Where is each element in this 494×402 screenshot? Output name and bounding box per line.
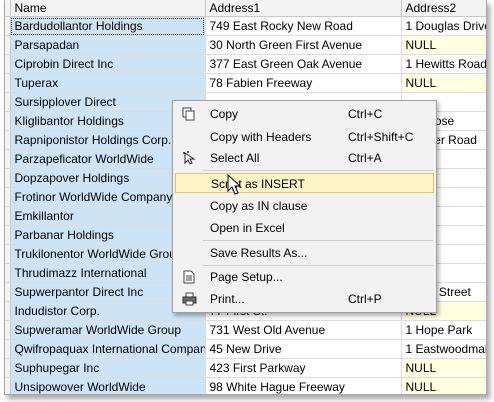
menu-item-open-in-excel[interactable]: Open in Excel [175,218,434,238]
column-header-address1[interactable]: Address1 [205,0,402,17]
cell-address2[interactable]: 1 Hewitts Road [401,54,486,74]
cell-address1[interactable]: 30 North Green First Avenue [205,35,402,55]
mouse-pointer-icon [227,173,242,199]
table-row[interactable]: Qwifropaquax International Company 45 New… [5,339,486,359]
cell-address1[interactable]: 749 East Rocky New Road [205,16,402,36]
cell-address1[interactable]: 98 White Hague Freeway [205,377,402,394]
column-header-address2[interactable]: Address2 [401,0,486,17]
menu-separator [203,170,433,171]
cell-address2[interactable]: 1 Eastwoodmain [401,339,486,359]
menu-item-label: Copy as IN clause [210,199,308,213]
menu-item-shortcut: Ctrl+A [348,151,382,165]
table-row[interactable]: Bardudollantor Holdings 749 East Rocky Ne… [5,16,486,36]
cell-address1[interactable]: 45 New Drive [205,339,402,359]
table-row[interactable]: Tuperax 78 Fabien Freeway NULL [5,73,486,93]
context-menu: Copy Ctrl+C Copy with Headers Ctrl+Shift… [172,100,437,313]
page-setup-icon [181,269,197,285]
cell-address2[interactable]: NULL [401,358,486,378]
cell-address1[interactable]: 78 Fabien Freeway [205,73,402,93]
cell-address2[interactable]: NULL [401,73,486,93]
cell-name[interactable]: Ciprobin Direct Inc [10,54,206,74]
menu-separator [203,240,433,241]
cell-name[interactable]: Bardudollantor Holdings [10,16,206,36]
printer-icon [181,291,197,307]
cell-name[interactable]: Tuperax [10,73,206,93]
menu-item-copy-with-headers[interactable]: Copy with Headers Ctrl+Shift+C [175,127,434,147]
menu-item-save-results-as[interactable]: Save Results As... [175,243,434,263]
menu-item-copy-as-in-clause[interactable]: Copy as IN clause [175,196,434,216]
menu-item-page-setup[interactable]: Page Setup... [175,267,434,287]
menu-item-label: Print... [210,292,245,306]
cell-name[interactable]: Unsipowover WorldWide [10,377,206,394]
menu-item-label: Select All [210,151,260,165]
menu-item-label: Copy [210,107,239,121]
table-row[interactable]: Ciprobin Direct Inc 377 East Green Oak Av… [5,54,486,74]
cell-address2[interactable]: NULL [401,35,486,55]
menu-separator [203,265,433,266]
cell-address1[interactable]: 731 West Old Avenue [205,320,402,340]
copy-icon [181,106,197,122]
menu-item-label: Save Results As... [210,246,308,260]
menu-item-label: Script as INSERT [211,177,305,191]
menu-item-label: Open in Excel [210,221,285,235]
cell-address2[interactable]: 1 Hope Park [401,320,486,340]
cell-address2[interactable]: 1 Douglas Drive [401,16,486,36]
cell-name[interactable]: Parsapadan [10,35,206,55]
table-row[interactable]: Suphupegar Inc 423 First Parkway NULL [5,358,486,378]
menu-item-shortcut: Ctrl+Shift+C [348,130,414,144]
menu-item-label: Page Setup... [210,270,283,284]
cell-address1[interactable]: 377 East Green Oak Avenue [205,54,402,74]
table-row[interactable]: Supweramar WorldWide Group 731 West Old A… [5,320,486,340]
select-all-icon [181,150,197,166]
cell-name[interactable]: Suphupegar Inc [10,358,206,378]
column-header-name[interactable]: Name [10,0,206,17]
results-grid-window: Name Address1 Address2 Bardudollantor Ho… [4,0,487,395]
menu-item-script-as-insert[interactable]: Script as INSERT [175,173,434,193]
cell-name[interactable]: Qwifropaquax International Company [10,339,206,359]
cell-address2[interactable]: NULL [401,377,486,394]
menu-item-copy[interactable]: Copy Ctrl+C [175,104,434,124]
menu-item-print[interactable]: Print... Ctrl+P [175,289,434,309]
menu-item-label: Copy with Headers [210,130,312,144]
cell-name[interactable]: Supweramar WorldWide Group [10,320,206,340]
cell-address1[interactable]: 423 First Parkway [205,358,402,378]
table-row[interactable]: Unsipowover WorldWide 98 White Hague Free… [5,377,486,394]
menu-item-shortcut: Ctrl+P [348,292,382,306]
table-row[interactable]: Parsapadan 30 North Green First Avenue NUL… [5,35,486,55]
menu-item-shortcut: Ctrl+C [348,107,383,121]
menu-item-select-all[interactable]: Select All Ctrl+A [175,148,434,168]
